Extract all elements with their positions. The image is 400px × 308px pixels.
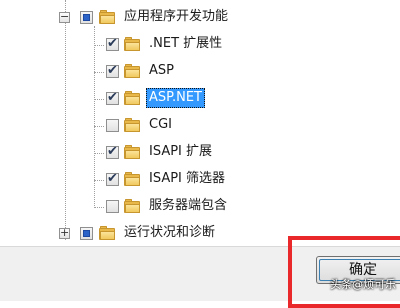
- tree-connector: [94, 99, 104, 100]
- checkbox-checked[interactable]: ✔: [106, 90, 119, 105]
- checkbox-unchecked[interactable]: [106, 119, 119, 132]
- check-icon: ✔: [107, 171, 118, 186]
- folder-icon: [99, 226, 115, 240]
- tri-state-checkbox[interactable]: [80, 11, 93, 24]
- tree-item-label: .NET 扩展性: [149, 36, 223, 51]
- checkbox-checked[interactable]: ✔: [106, 144, 119, 159]
- tree-connector: [94, 45, 104, 46]
- check-icon: ✔: [107, 144, 118, 159]
- folder-icon: [124, 118, 140, 132]
- folder-icon: [124, 172, 140, 186]
- tree-connector: [94, 126, 104, 127]
- tree-connector: [94, 153, 104, 154]
- tree-item-label: 运行状况和诊断: [124, 225, 216, 240]
- tree-connector: [94, 180, 104, 181]
- tree-item-label-selected: ASP.NET: [146, 88, 205, 108]
- tree-row-child[interactable]: ✔ ISAPI 筛选器: [0, 169, 400, 191]
- collapse-toggle[interactable]: −: [59, 11, 70, 23]
- tree-item-label: ASP: [149, 63, 174, 78]
- tree-row-child[interactable]: ✔ .NET 扩展性: [0, 34, 400, 56]
- tree-row-child[interactable]: ✔ ASP.NET: [0, 88, 400, 110]
- tree-row-child[interactable]: CGI: [0, 115, 400, 137]
- folder-icon: [124, 91, 140, 105]
- checkbox-unchecked[interactable]: [106, 200, 119, 213]
- check-icon: ✔: [107, 90, 118, 105]
- checkbox-checked[interactable]: ✔: [106, 171, 119, 186]
- tree-item-label: ISAPI 筛选器: [149, 171, 226, 186]
- checkbox-checked[interactable]: ✔: [106, 36, 119, 51]
- folder-icon: [99, 10, 115, 24]
- tri-state-checkbox[interactable]: [80, 227, 93, 240]
- tree-connector: [94, 72, 104, 73]
- tree-row-parent[interactable]: − 应用程序开发功能: [0, 7, 400, 29]
- tree-row-child[interactable]: ✔ ASP: [0, 61, 400, 83]
- tree-row-child[interactable]: ✔ ISAPI 扩展: [0, 142, 400, 164]
- check-icon: ✔: [107, 63, 118, 78]
- tree-item-label: CGI: [149, 117, 172, 132]
- folder-icon: [124, 145, 140, 159]
- highlight-box: [288, 236, 400, 308]
- expand-toggle[interactable]: +: [59, 227, 70, 239]
- folder-icon: [124, 199, 140, 213]
- tree-item-label: ISAPI 扩展: [149, 144, 213, 159]
- tree-item-label: 应用程序开发功能: [124, 9, 229, 24]
- watermark: 头条@烦可乐: [330, 278, 396, 291]
- tree-item-label: 服务器端包含: [149, 198, 228, 213]
- folder-icon: [124, 64, 140, 78]
- folder-icon: [124, 37, 140, 51]
- tree-connector: [94, 207, 104, 208]
- check-icon: ✔: [107, 36, 118, 51]
- tree-row-child[interactable]: 服务器端包含: [0, 196, 400, 218]
- checkbox-checked[interactable]: ✔: [106, 63, 119, 78]
- features-tree: − 应用程序开发功能 ✔ .NET 扩展性 ✔ ASP ✔ ASP.NET CG…: [0, 0, 400, 246]
